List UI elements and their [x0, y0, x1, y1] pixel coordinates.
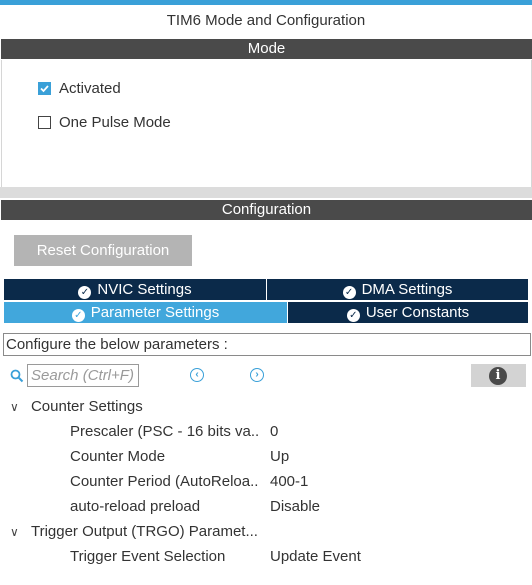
- group-label: Counter Settings: [30, 398, 143, 415]
- param-value[interactable]: 0: [270, 419, 278, 444]
- parameters-description: Configure the below parameters :: [3, 333, 531, 356]
- check-circle-icon: ✓: [71, 309, 85, 322]
- param-name: Trigger Event Selection: [70, 548, 226, 565]
- one-pulse-mode-label: One Pulse Mode: [59, 114, 171, 131]
- group-label: Trigger Output (TRGO) Paramet...: [30, 523, 258, 540]
- param-value[interactable]: 400-1: [270, 469, 308, 494]
- activated-label: Activated: [59, 80, 121, 97]
- chevron-down-icon: ∨: [10, 525, 19, 539]
- check-circle-icon: ✓: [342, 286, 356, 299]
- panel-splitter[interactable]: [0, 187, 532, 198]
- tab-user-constants[interactable]: ✓ User Constants: [288, 302, 528, 323]
- check-circle-icon: ✓: [346, 309, 360, 322]
- mode-header: Mode: [1, 39, 532, 59]
- param-name: Counter Period (AutoReloa..: [70, 473, 259, 490]
- param-name: auto-reload preload: [70, 498, 201, 515]
- next-result-icon[interactable]: ›: [250, 368, 264, 382]
- tab-label: DMA Settings: [361, 281, 453, 298]
- window-title: TIM6 Mode and Configuration: [166, 12, 366, 29]
- chevron-down-icon: ∨: [10, 400, 19, 414]
- search-icon: [10, 369, 24, 383]
- activated-option[interactable]: Activated: [38, 80, 121, 97]
- tab-dma-settings[interactable]: ✓ DMA Settings: [267, 279, 528, 300]
- window-top-accent: [0, 0, 532, 5]
- info-icon: i: [489, 367, 507, 385]
- tab-label: NVIC Settings: [97, 281, 192, 298]
- configuration-header: Configuration: [1, 200, 532, 220]
- tab-label: User Constants: [365, 304, 470, 321]
- param-value[interactable]: Up: [270, 444, 289, 469]
- activated-checkbox[interactable]: [38, 82, 51, 95]
- param-name: Counter Mode: [70, 448, 166, 465]
- param-value[interactable]: Update Event: [270, 544, 361, 569]
- tab-parameter-settings[interactable]: ✓ Parameter Settings: [4, 302, 287, 323]
- group-counter-settings[interactable]: ∨ Counter Settings: [10, 394, 143, 420]
- reset-configuration-button[interactable]: Reset Configuration: [14, 235, 192, 266]
- tab-nvic-settings[interactable]: ✓ NVIC Settings: [4, 279, 266, 300]
- one-pulse-mode-option[interactable]: One Pulse Mode: [38, 114, 171, 131]
- param-value[interactable]: Disable: [270, 494, 320, 519]
- check-circle-icon: ✓: [78, 286, 92, 299]
- one-pulse-mode-checkbox[interactable]: [38, 116, 51, 129]
- previous-result-icon[interactable]: ‹: [190, 368, 204, 382]
- param-name: Prescaler (PSC - 16 bits va..: [70, 423, 260, 440]
- checkmark-icon: [40, 85, 49, 93]
- tab-label: Parameter Settings: [90, 304, 220, 321]
- group-trigger-output[interactable]: ∨ Trigger Output (TRGO) Paramet...: [10, 519, 258, 545]
- search-input[interactable]: Search (Ctrl+F): [27, 364, 139, 387]
